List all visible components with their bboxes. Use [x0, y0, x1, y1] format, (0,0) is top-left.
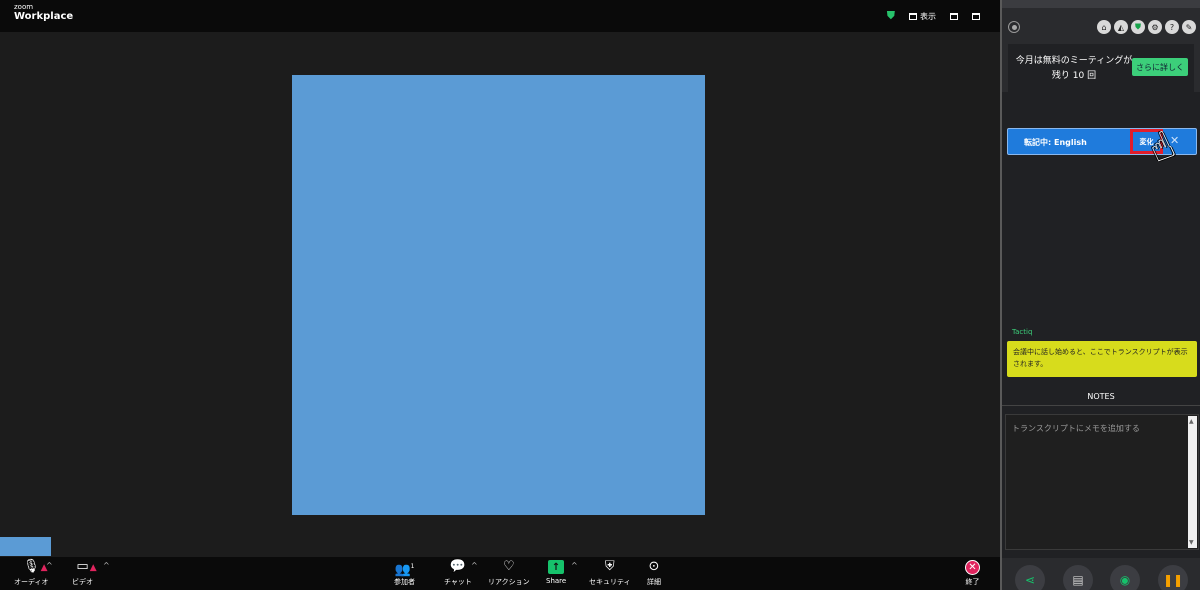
learn-more-button[interactable]: さらに詳しく — [1132, 58, 1188, 76]
free-meetings-banner: 今月は無料のミーティングが残り 10 回 さらに詳しく — [1008, 44, 1194, 92]
zoom-logo: zoom Workplace — [14, 4, 73, 22]
security-label: セキュリティ — [589, 578, 631, 586]
participants-button[interactable]: 👥1 参加者 — [394, 559, 415, 587]
share-label: Share — [546, 577, 567, 585]
notes-header: NOTES — [1087, 392, 1115, 401]
share-button[interactable]: ↑ Share — [546, 559, 566, 585]
self-video-thumbnail[interactable] — [0, 537, 51, 556]
encryption-shield-icon[interactable]: ⛊ — [887, 9, 895, 23]
header-icons: ⌂ ◭ ⛊ ⚙ ? ✎ — [1097, 20, 1196, 34]
gear-icon[interactable]: ⚙ — [1148, 20, 1162, 34]
transcript-hint-card: 会議中に話し始めると、ここでトランスクリプトが表示されます。 — [1007, 341, 1197, 377]
tactiq-header: ⌂ ◭ ⛊ ⚙ ? ✎ 今月は無料のミーティングが残り 10 回 さらに詳しく — [1002, 0, 1200, 92]
tactiq-brand-label: Tactiq — [1012, 328, 1033, 336]
tactiq-footer: ⋖ ▤ ◉ ❚❚ — [1002, 558, 1200, 590]
zoom-window: zoom Workplace ⛊ 表示 🎙 ▲ オーディオ ^ ▭ ▲ ビデオ … — [0, 0, 1000, 590]
video-camera-icon: ▭ ▲ — [76, 559, 97, 574]
scroll-up-icon[interactable]: ▲ — [1189, 418, 1194, 425]
zoom-topbar: zoom Workplace ⛊ 表示 — [0, 0, 1000, 32]
share-options-caret-icon[interactable]: ^ — [571, 561, 578, 570]
share-icon[interactable]: ⋖ — [1015, 565, 1045, 590]
view-label: 表示 — [920, 11, 936, 21]
topbar-right-controls: ⛊ 表示 — [887, 9, 980, 23]
end-x-icon: ✕ — [965, 560, 980, 575]
more-dots-icon: ⊙ — [648, 559, 660, 574]
chat-options-caret-icon[interactable]: ^ — [471, 561, 478, 570]
chat-icon: 💬 — [449, 559, 467, 574]
logo-zoom-text: zoom — [14, 3, 34, 11]
zoom-toolbar: 🎙 ▲ オーディオ ^ ▭ ▲ ビデオ ^ 👥1 参加者 💬 チャット ^ ♡ リア… — [0, 557, 1000, 590]
notes-divider — [1002, 405, 1200, 406]
help-icon[interactable]: ? — [1165, 20, 1179, 34]
security-shield-icon: ⛨ — [604, 559, 615, 574]
camera-icon[interactable]: ◉ — [1110, 565, 1140, 590]
chat-button[interactable]: 💬 チャット — [444, 559, 472, 587]
home-icon[interactable]: ⌂ — [1097, 20, 1111, 34]
shield-icon[interactable]: ⛊ — [1131, 20, 1145, 34]
microphone-icon: 🎙 ▲ — [23, 559, 48, 574]
end-meeting-button[interactable]: ✕ 終了 — [965, 559, 980, 587]
end-label: 終了 — [965, 578, 980, 586]
app: zoom Workplace ⛊ 表示 🎙 ▲ オーディオ ^ ▭ ▲ ビデオ … — [0, 0, 1200, 590]
free-meetings-text: 今月は無料のミーティングが残り 10 回 — [1015, 56, 1133, 81]
reactions-label: リアクション — [488, 578, 530, 586]
audio-label: オーディオ — [14, 578, 49, 586]
pin-icon[interactable]: ✎ — [1182, 20, 1196, 34]
heart-icon: ♡ — [503, 559, 515, 574]
view-icon — [909, 12, 917, 20]
video-button[interactable]: ▭ ▲ ビデオ — [72, 559, 97, 587]
more-label: 詳細 — [647, 578, 661, 586]
reactions-button[interactable]: ♡ リアクション — [488, 559, 530, 587]
notes-placeholder: トランスクリプトにメモを追加する — [1012, 424, 1140, 433]
warning-icon: ▲ — [89, 563, 97, 573]
participants-label: 参加者 — [394, 578, 415, 586]
shared-screen-area — [292, 75, 705, 515]
video-options-caret-icon[interactable]: ^ — [103, 561, 110, 570]
participants-count: 1 — [410, 563, 415, 570]
scroll-down-icon[interactable]: ▼ — [1189, 539, 1194, 546]
pause-icon[interactable]: ❚❚ — [1158, 565, 1188, 590]
minimize-window-icon[interactable] — [950, 12, 958, 20]
participants-icon: 👥1 — [394, 562, 415, 578]
audio-options-caret-icon[interactable]: ^ — [46, 561, 53, 570]
audio-button[interactable]: 🎙 ▲ オーディオ — [14, 559, 49, 587]
share-arrow-icon: ↑ — [548, 560, 565, 574]
notes-textarea[interactable]: トランスクリプトにメモを追加する ▲ ▼ — [1005, 414, 1199, 550]
more-button[interactable]: ⊙ 詳細 — [647, 559, 661, 587]
video-label: ビデオ — [72, 578, 93, 586]
chat-label: チャット — [444, 578, 472, 586]
restore-window-icon[interactable] — [972, 12, 980, 20]
view-button[interactable]: 表示 — [909, 11, 936, 22]
security-button[interactable]: ⛨ セキュリティ — [589, 559, 631, 587]
notes-scrollbar[interactable]: ▲ ▼ — [1188, 416, 1197, 548]
eraser-icon[interactable]: ◭ — [1114, 20, 1128, 34]
logo-workplace-text: Workplace — [14, 11, 74, 22]
transcribing-label: 転記中: English — [1024, 138, 1087, 147]
tactiq-panel: ⌂ ◭ ⛊ ⚙ ? ✎ 今月は無料のミーティングが残り 10 回 さらに詳しく … — [1002, 0, 1200, 590]
document-icon[interactable]: ▤ — [1063, 565, 1093, 590]
record-status-icon — [1008, 21, 1020, 33]
